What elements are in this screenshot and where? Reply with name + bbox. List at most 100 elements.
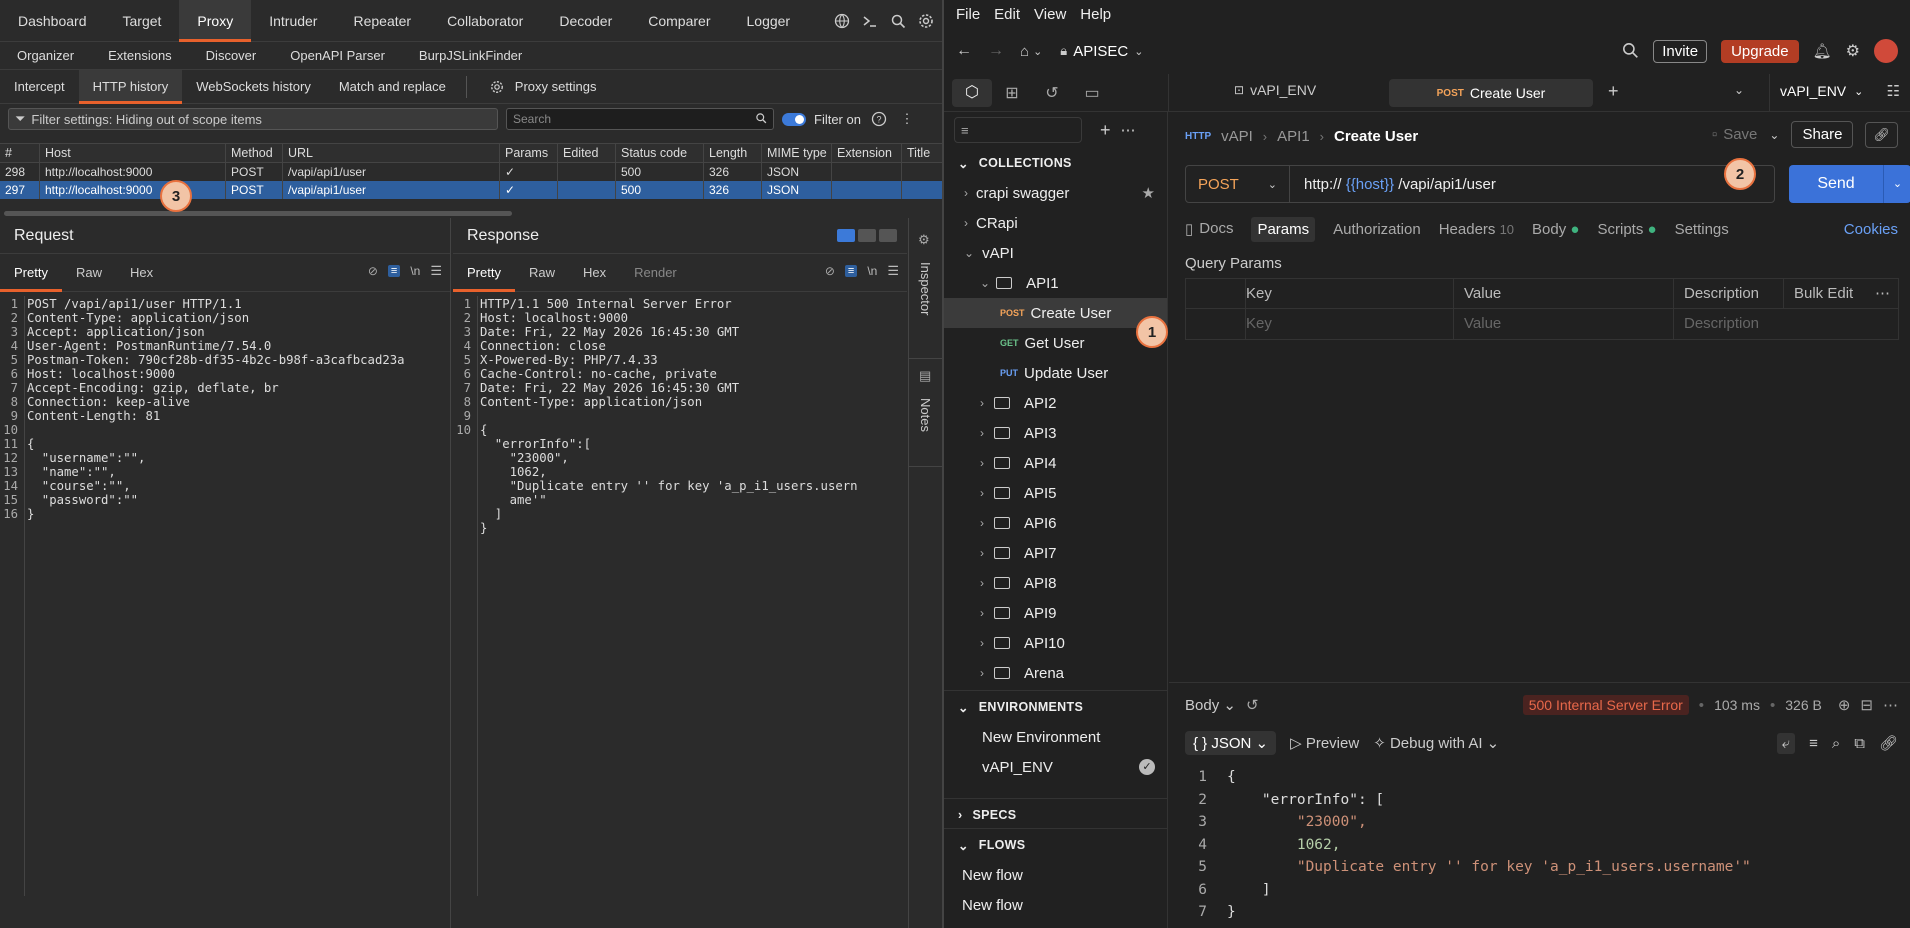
qp-value-input[interactable]: Value <box>1454 309 1674 339</box>
wrap-icon[interactable]: ⤶ <box>1776 732 1796 754</box>
col-title[interactable]: Title <box>902 144 942 162</box>
terminal-icon[interactable] <box>860 11 880 31</box>
menu-file[interactable]: File <box>956 6 980 23</box>
tab-logger[interactable]: Logger <box>729 0 809 42</box>
specs-section[interactable]: › SPECS <box>958 800 1016 830</box>
tab-websockets-history[interactable]: WebSockets history <box>182 70 325 104</box>
inspector-tab[interactable]: Inspector <box>918 262 933 315</box>
tab-decoder[interactable]: Decoder <box>541 0 630 42</box>
folder-api5[interactable]: › API5 <box>944 478 1167 508</box>
more-icon[interactable]: ⋯ <box>1883 696 1898 714</box>
url-input[interactable]: http:// {{host}} /vapi/api1/user <box>1290 176 1496 193</box>
globe-icon[interactable]: ⊕ <box>1838 696 1851 714</box>
tab-organizer[interactable]: Organizer <box>0 48 91 63</box>
folder-arena[interactable]: › Arena <box>944 658 1167 688</box>
tab-http-history[interactable]: HTTP history <box>78 69 183 104</box>
tab-dashboard[interactable]: Dashboard <box>0 0 105 42</box>
tab-comparer[interactable]: Comparer <box>630 0 728 42</box>
back-icon[interactable]: ← <box>956 42 972 60</box>
tab-params[interactable]: Params <box>1251 216 1316 242</box>
layout-toggle[interactable] <box>837 229 897 242</box>
environments-section[interactable]: ⌄ ENVIRONMENTS <box>958 692 1083 722</box>
upgrade-button[interactable]: Upgrade <box>1721 39 1799 63</box>
eye-off-icon[interactable]: ⊘ <box>368 264 378 278</box>
col-host[interactable]: Host <box>40 144 226 162</box>
network-icon[interactable]: ⊟ <box>1860 696 1873 714</box>
response-body-select[interactable]: Body ⌄ <box>1185 696 1236 714</box>
collection-crapi[interactable]: › CRapi <box>944 208 1167 238</box>
tab-body[interactable]: Body ● <box>1532 221 1579 238</box>
tab-render[interactable]: Render <box>620 254 691 292</box>
link-icon[interactable]: 🔗︎ <box>1879 734 1898 752</box>
chevron-down-icon[interactable]: ⌄ <box>1769 128 1779 142</box>
tab-authorization[interactable]: Authorization <box>1333 221 1421 238</box>
newline-toggle[interactable]: \n <box>410 264 420 278</box>
col-edited[interactable]: Edited <box>558 144 616 162</box>
table-row[interactable]: 298 http://localhost:9000 POST /vapi/api… <box>0 163 942 181</box>
folder-api4[interactable]: › API4 <box>944 448 1167 478</box>
chevron-down-icon[interactable]: ⌄ <box>1033 45 1042 58</box>
flow-item[interactable]: New flow <box>944 890 1167 920</box>
filter-icon[interactable]: ≡ <box>1809 735 1818 752</box>
more-vert-icon[interactable]: ⋮ <box>897 109 917 129</box>
history-icon[interactable]: ↺ <box>1032 83 1072 103</box>
tab-intercept[interactable]: Intercept <box>0 70 79 104</box>
new-workspace-icon[interactable]: ⬡ <box>952 78 992 107</box>
env-settings-icon[interactable]: ☷ <box>1887 82 1900 100</box>
history-icon[interactable]: ↺ <box>1246 696 1259 714</box>
tab-scripts[interactable]: Scripts ● <box>1597 221 1656 238</box>
folder-api1[interactable]: ⌄ API1 <box>944 268 1167 298</box>
avatar[interactable] <box>1874 39 1898 63</box>
search-input[interactable]: Search <box>506 108 774 130</box>
folder-api7[interactable]: › API7 <box>944 538 1167 568</box>
col-method[interactable]: Method <box>226 144 283 162</box>
bell-icon[interactable]: 🔔︎ <box>1813 42 1832 60</box>
filter-input[interactable]: ≡ <box>954 117 1082 143</box>
col-mime-type[interactable]: MIME type <box>762 144 832 162</box>
forward-icon[interactable]: → <box>988 42 1004 60</box>
environment-selector[interactable]: vAPI_ENV ⌄ <box>1780 83 1863 99</box>
tab-env[interactable]: ⊡ vAPI_ENV <box>1234 82 1316 98</box>
menu-view[interactable]: View <box>1034 6 1066 23</box>
globe-icon[interactable] <box>832 11 852 31</box>
environment-vapi[interactable]: vAPI_ENV ✓ <box>944 752 1167 782</box>
breadcrumb-vapi[interactable]: vAPI <box>1221 128 1253 145</box>
col-extension[interactable]: Extension <box>832 144 902 162</box>
proxy-settings-button[interactable]: Proxy settings <box>473 70 611 104</box>
filter-toggle[interactable] <box>782 112 806 126</box>
qp-description-input[interactable]: Description <box>1674 309 1898 339</box>
col-params[interactable]: Params <box>500 144 558 162</box>
menu-help[interactable]: Help <box>1080 6 1111 23</box>
tab-raw[interactable]: Raw <box>62 254 116 292</box>
tab-pretty[interactable]: Pretty <box>0 254 62 292</box>
tab-hex[interactable]: Hex <box>569 254 620 292</box>
notes-tab[interactable]: Notes <box>918 398 933 432</box>
horizontal-scrollbar[interactable] <box>0 211 942 216</box>
tab-docs[interactable]: ▯ Docs <box>1185 220 1233 238</box>
response-body-viewer[interactable]: 1 {2 "errorInfo": [3 "23000", 4 1062, 5 "Du… <box>1185 766 1885 926</box>
invite-button[interactable]: Invite <box>1653 39 1708 63</box>
more-icon[interactable]: ⋯ <box>1875 279 1890 308</box>
eye-off-icon[interactable]: ⊘ <box>825 264 835 278</box>
gear-icon[interactable]: ⚙ <box>1846 41 1860 61</box>
tab-repeater[interactable]: Repeater <box>335 0 429 42</box>
more-icon[interactable]: ⋯ <box>1121 121 1136 139</box>
tab-collaborator[interactable]: Collaborator <box>429 0 541 42</box>
folder-api10[interactable]: › API10 <box>944 628 1167 658</box>
request-create-user[interactable]: POST Create User <box>944 298 1167 328</box>
request-get-user[interactable]: GET Get User <box>944 328 1167 358</box>
save-button[interactable]: ▫ Save <box>1712 126 1758 143</box>
api-icon[interactable]: ⊞ <box>992 83 1032 103</box>
search-icon[interactable] <box>888 11 908 31</box>
send-dropdown-icon[interactable]: ⌄ <box>1883 165 1910 203</box>
tab-hex[interactable]: Hex <box>116 254 167 292</box>
chevron-down-icon[interactable]: ⌄ <box>1134 45 1143 58</box>
copy-icon[interactable]: ⧉ <box>1854 735 1865 752</box>
folder-api6[interactable]: › API6 <box>944 508 1167 538</box>
response-editor[interactable]: 1 HTTP/1.1 500 Internal Server Error 2 Host… <box>453 296 907 896</box>
folder-api8[interactable]: › API8 <box>944 568 1167 598</box>
environment-new[interactable]: New Environment <box>944 722 1167 752</box>
method-select[interactable]: POST ⌄ <box>1186 166 1290 202</box>
bulk-edit-button[interactable]: Bulk Edit <box>1794 279 1853 308</box>
home-icon[interactable]: ⌂ <box>1020 43 1029 60</box>
